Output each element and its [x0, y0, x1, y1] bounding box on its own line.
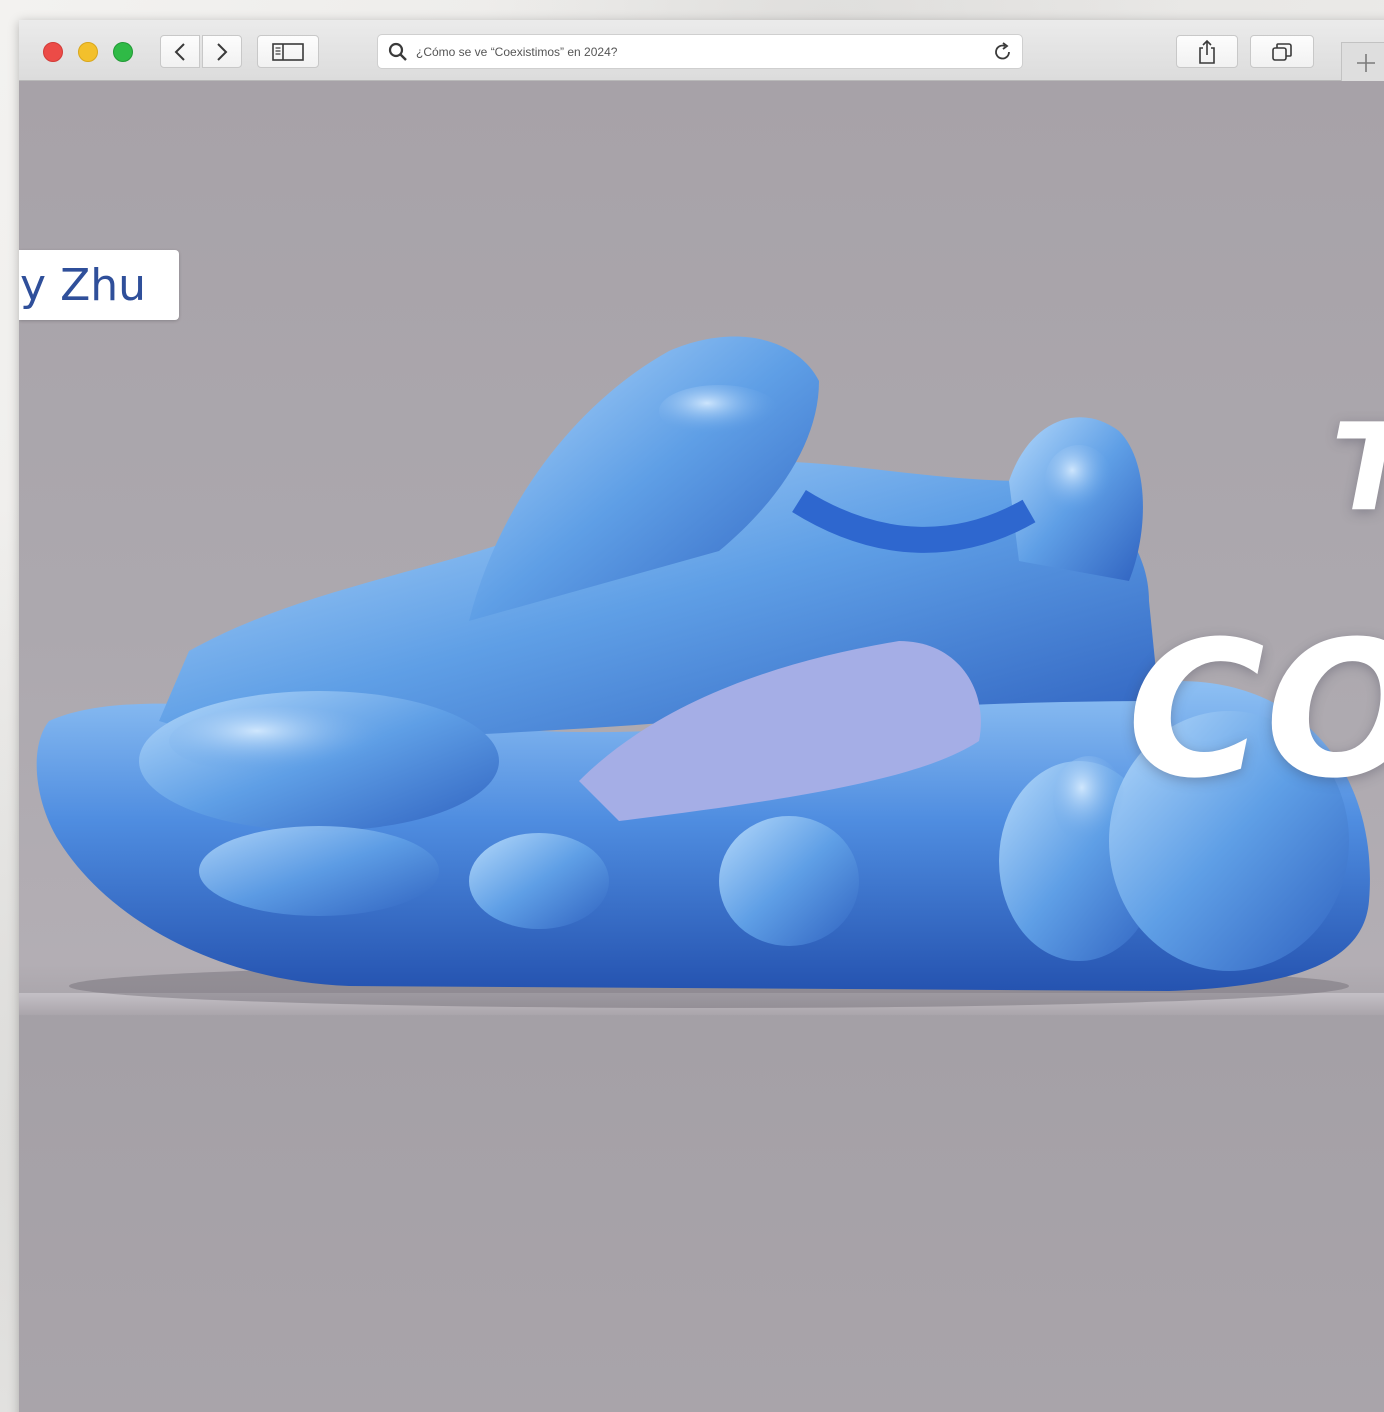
search-icon: [388, 42, 407, 61]
headline-line-1: Th: [1331, 399, 1384, 538]
minimize-window-button[interactable]: [78, 42, 98, 62]
show-tabs-button[interactable]: [1250, 35, 1314, 68]
zoom-window-button[interactable]: [113, 42, 133, 62]
sidebar-toggle-button[interactable]: [257, 35, 319, 68]
chevron-left-icon: [174, 42, 185, 61]
new-tab-button[interactable]: [1341, 42, 1384, 82]
author-name-chip: y Zhu: [19, 250, 179, 320]
browser-toolbar: ¿Cómo se ve “Coexistimos” en 2024?: [19, 20, 1384, 82]
reload-icon[interactable]: [992, 41, 1014, 63]
back-button[interactable]: [160, 35, 200, 68]
close-window-button[interactable]: [43, 42, 63, 62]
share-button[interactable]: [1176, 35, 1238, 68]
tabs-icon: [1272, 42, 1292, 61]
author-name-text: y Zhu: [20, 260, 146, 311]
sidebar-icon: [272, 42, 304, 61]
browser-window: ¿Cómo se ve “Coexistimos” en 2024? y Zhu…: [19, 20, 1384, 1412]
page-content: y Zhu Th CO: [19, 81, 1384, 1412]
share-icon: [1199, 39, 1215, 64]
chevron-right-icon: [217, 42, 228, 61]
address-bar-text: ¿Cómo se ve “Coexistimos” en 2024?: [416, 45, 618, 59]
plus-icon: [1357, 53, 1375, 72]
address-bar[interactable]: ¿Cómo se ve “Coexistimos” en 2024?: [377, 34, 1023, 69]
forward-button[interactable]: [202, 35, 242, 68]
headline-line-2: CO: [1127, 601, 1384, 820]
